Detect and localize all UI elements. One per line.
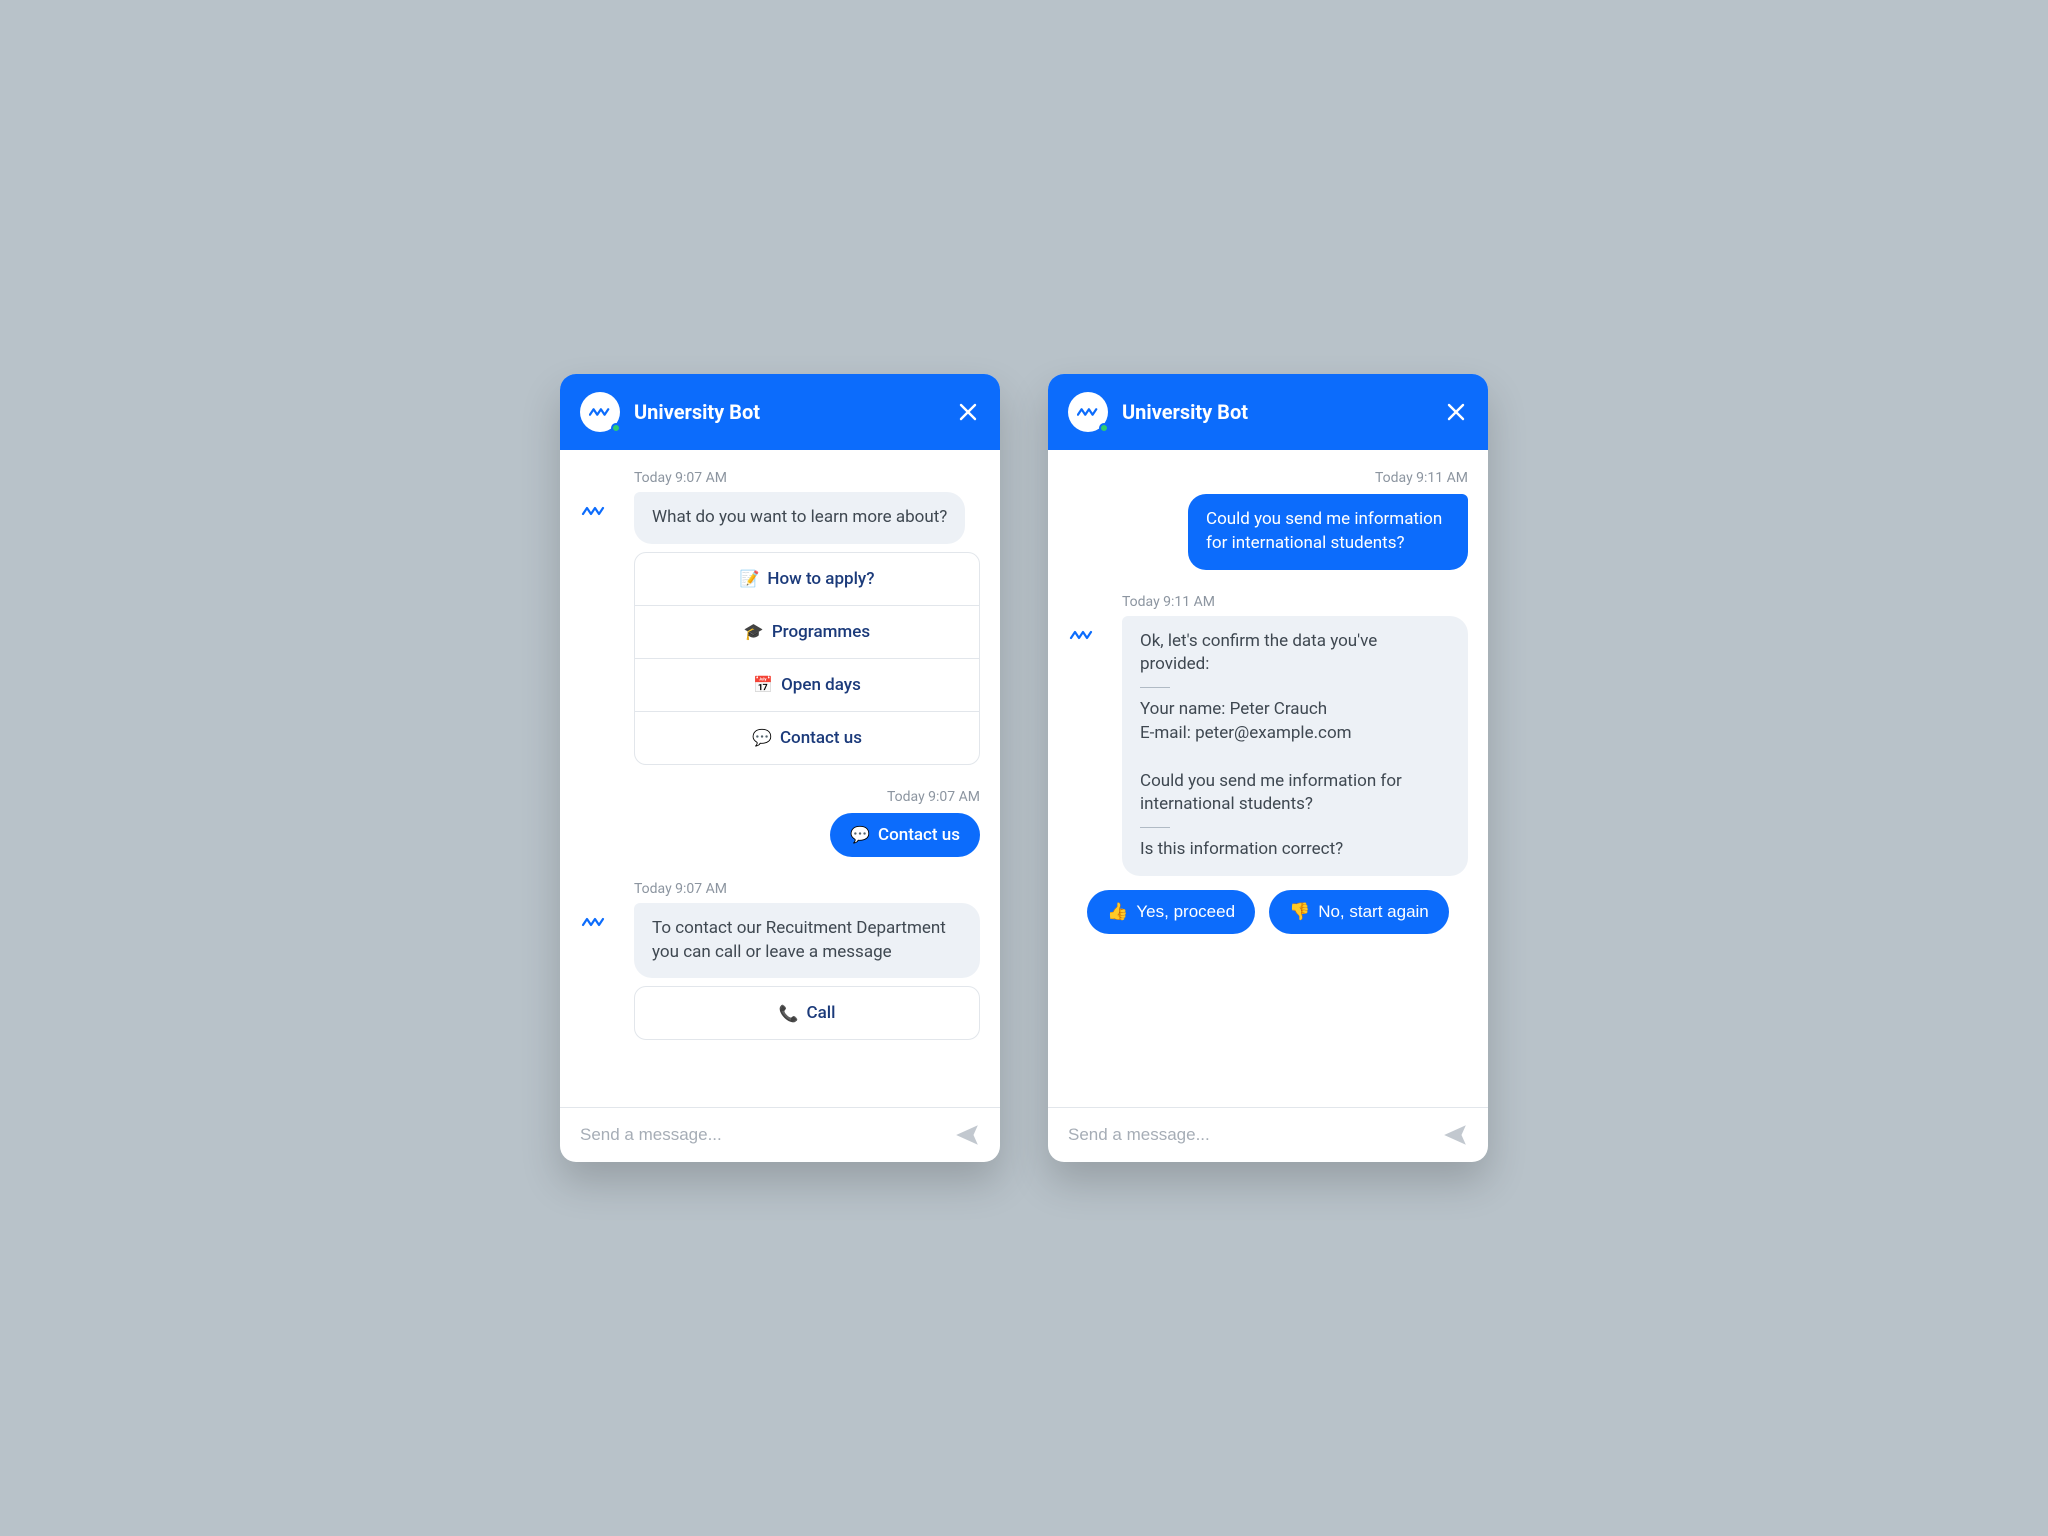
thumbs-down-icon: 👎: [1289, 902, 1310, 922]
chat-input-bar: [1048, 1107, 1488, 1162]
timestamp: Today 9:07 AM: [580, 789, 980, 805]
bot-message: To contact our Recuitment Department you…: [634, 903, 980, 979]
user-block-1: Today 9:07 AM 💬 Contact us: [580, 789, 980, 857]
option-how-to-apply[interactable]: 📝 How to apply?: [635, 553, 979, 606]
bot-avatar: [580, 392, 620, 432]
chat-body: Today 9:11 AM Could you send me informat…: [1048, 450, 1488, 1107]
user-reply-contact-us[interactable]: 💬 Contact us: [830, 813, 980, 857]
wave-icon: [1068, 629, 1096, 641]
chat-header: University Bot: [1048, 374, 1488, 450]
option-label: How to apply?: [767, 569, 874, 589]
user-reply-label: Contact us: [878, 825, 960, 845]
wave-icon: [580, 916, 608, 928]
wave-icon: [1077, 406, 1099, 418]
chat-input-bar: [560, 1107, 1000, 1162]
bot-block-1: Today 9:11 AM Ok, let's confirm the data…: [1068, 594, 1468, 934]
timestamp: Today 9:07 AM: [634, 470, 980, 486]
bot-message: What do you want to learn more about?: [634, 492, 965, 544]
message-input[interactable]: [580, 1125, 942, 1145]
status-online-dot: [1099, 423, 1109, 433]
close-icon: [1447, 403, 1465, 421]
timestamp: Today 9:11 AM: [1068, 470, 1468, 486]
timestamp: Today 9:11 AM: [1122, 594, 1468, 610]
confirm-request: Could you send me information for intern…: [1140, 770, 1450, 818]
wave-icon: [589, 406, 611, 418]
memo-icon: 📝: [739, 569, 759, 588]
message-input[interactable]: [1068, 1125, 1430, 1145]
yes-proceed-button[interactable]: 👍 Yes, proceed: [1087, 890, 1255, 934]
status-online-dot: [611, 423, 621, 433]
chat-title: University Bot: [1122, 400, 1430, 424]
bot-mini-avatar: [1068, 616, 1110, 645]
close-button[interactable]: [956, 400, 980, 424]
bot-avatar: [1068, 392, 1108, 432]
divider: [1140, 827, 1170, 828]
option-contact-us[interactable]: 💬 Contact us: [635, 712, 979, 764]
quick-reply-card: 📞 Call: [634, 986, 980, 1040]
bot-mini-avatar: [580, 492, 622, 521]
thumbs-up-icon: 👍: [1107, 902, 1128, 922]
phone-icon: 📞: [779, 1004, 799, 1023]
option-programmes[interactable]: 🎓 Programmes: [635, 606, 979, 659]
option-call[interactable]: 📞 Call: [635, 987, 979, 1039]
option-open-days[interactable]: 📅 Open days: [635, 659, 979, 712]
chat-window-2: University Bot Today 9:11 AM Could you s…: [1048, 374, 1488, 1162]
wave-icon: [580, 505, 608, 517]
speech-bubble-icon: 💬: [850, 825, 870, 844]
chat-title: University Bot: [634, 400, 942, 424]
divider: [1140, 687, 1170, 688]
send-button[interactable]: [1442, 1122, 1468, 1148]
quick-reply-card: 📝 How to apply? 🎓 Programmes 📅 Open days: [634, 552, 980, 765]
calendar-icon: 📅: [753, 675, 773, 694]
option-label: Programmes: [772, 622, 870, 642]
bot-message-confirmation: Ok, let's confirm the data you've provid…: [1122, 616, 1468, 876]
action-label: No, start again: [1318, 902, 1429, 922]
confirm-question: Is this information correct?: [1140, 838, 1450, 862]
send-button[interactable]: [954, 1122, 980, 1148]
confirm-name: Your name: Peter Crauch: [1140, 698, 1450, 722]
action-label: Yes, proceed: [1136, 902, 1235, 922]
send-icon: [954, 1122, 980, 1148]
send-icon: [1442, 1122, 1468, 1148]
timestamp: Today 9:07 AM: [634, 881, 980, 897]
chat-window-1: University Bot Today 9:07 AM What do you…: [560, 374, 1000, 1162]
bot-mini-avatar: [580, 903, 622, 932]
confirm-email: E-mail: peter@example.com: [1140, 722, 1450, 746]
option-label: Open days: [781, 675, 861, 695]
user-message: Could you send me information for intern…: [1188, 494, 1468, 570]
option-label: Contact us: [780, 728, 862, 748]
chat-header: University Bot: [560, 374, 1000, 450]
graduation-cap-icon: 🎓: [744, 622, 764, 641]
confirm-intro: Ok, let's confirm the data you've provid…: [1140, 630, 1450, 678]
no-start-again-button[interactable]: 👎 No, start again: [1269, 890, 1449, 934]
chat-body: Today 9:07 AM What do you want to learn …: [560, 450, 1000, 1107]
option-label: Call: [806, 1003, 835, 1023]
speech-bubble-icon: 💬: [752, 728, 772, 747]
close-icon: [959, 403, 977, 421]
bot-block-2: Today 9:07 AM To contact our Recuitment …: [580, 881, 980, 1041]
user-block-1: Today 9:11 AM Could you send me informat…: [1068, 470, 1468, 570]
bot-block-1: Today 9:07 AM What do you want to learn …: [580, 470, 980, 765]
close-button[interactable]: [1444, 400, 1468, 424]
confirm-actions: 👍 Yes, proceed 👎 No, start again: [1068, 890, 1468, 934]
